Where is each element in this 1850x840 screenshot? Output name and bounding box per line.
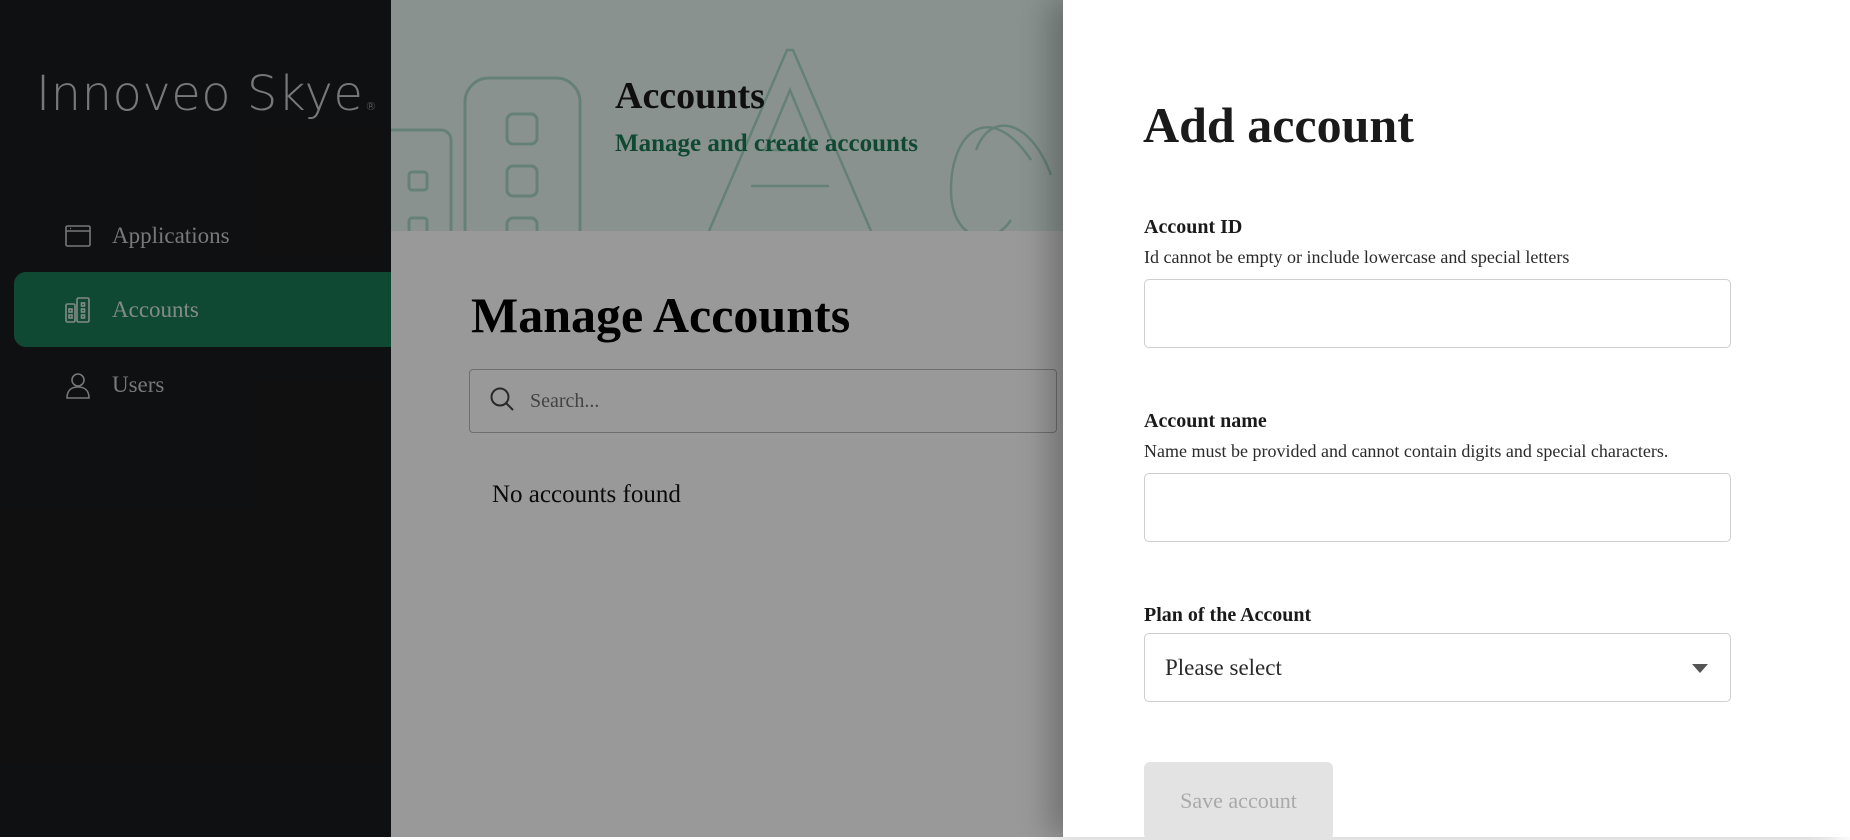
sidebar-item-accounts[interactable]: Accounts: [14, 272, 391, 347]
page-title: Manage Accounts: [471, 287, 851, 343]
caret-down-icon: [1692, 664, 1708, 673]
sidebar-item-applications[interactable]: Applications: [14, 198, 391, 273]
sidebar-item-label: Users: [112, 371, 165, 397]
sidebar: Innoveo Skye ® Applications Accounts Use…: [0, 0, 391, 837]
account-name-help: Name must be provided and cannot contain…: [1144, 441, 1669, 461]
hero-banner: Accounts Manage and create accounts: [391, 0, 1063, 231]
main-content: Accounts Manage and create accounts Mana…: [391, 0, 1063, 837]
panel-title: Add account: [1143, 97, 1414, 153]
plan-selected-value: Please select: [1165, 654, 1282, 680]
search-icon: [488, 385, 528, 418]
plan-select[interactable]: Please select: [1144, 633, 1731, 702]
account-id-label: Account ID: [1144, 216, 1243, 238]
add-account-panel: Add account Account ID Id cannot be empt…: [1063, 0, 1850, 840]
save-account-button[interactable]: Save account: [1144, 762, 1333, 840]
account-name-label: Account name: [1144, 410, 1267, 432]
brand-logo[interactable]: Innoveo Skye ®: [36, 66, 377, 122]
account-id-input[interactable]: [1144, 279, 1731, 348]
brand-name: Innoveo Skye: [36, 66, 364, 122]
window-icon: [62, 220, 94, 252]
hero-title: Accounts: [615, 75, 765, 117]
account-name-input[interactable]: [1144, 473, 1731, 542]
search-box[interactable]: [469, 369, 1057, 433]
plan-label: Plan of the Account: [1144, 604, 1312, 626]
user-icon: [62, 369, 94, 401]
hero-subtitle: Manage and create accounts: [615, 130, 918, 157]
sidebar-item-label: Accounts: [112, 296, 199, 322]
sidebar-item-users[interactable]: Users: [14, 347, 391, 422]
account-id-help: Id cannot be empty or include lowercase …: [1144, 247, 1570, 267]
buildings-icon: [62, 294, 94, 326]
sidebar-item-label: Applications: [112, 222, 230, 248]
empty-state-message: No accounts found: [492, 481, 681, 508]
registered-mark: ®: [365, 100, 377, 113]
search-input[interactable]: [528, 388, 1032, 414]
